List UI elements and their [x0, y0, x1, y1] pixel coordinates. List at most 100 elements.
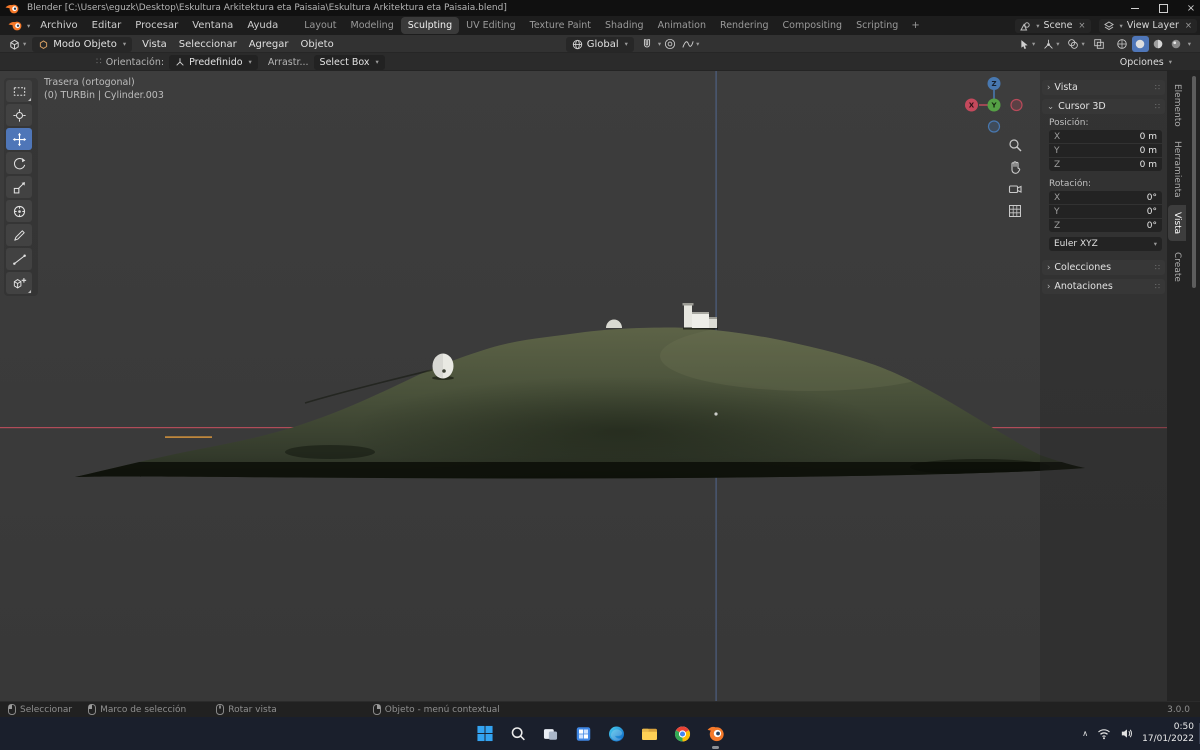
tool-cursor-button[interactable] — [6, 104, 32, 126]
tool-settings-bar: ∷ Orientación: Predefinido ▾ Arrastr... … — [0, 53, 1200, 71]
orientation-preset-dropdown[interactable]: Predefinido ▾ — [169, 55, 258, 70]
scale-icon — [12, 180, 27, 195]
menu-archivo[interactable]: Archivo — [33, 16, 84, 35]
search-button[interactable] — [505, 721, 531, 747]
taskbar-clock[interactable]: 0:50 17/01/2022 — [1142, 722, 1194, 745]
clock-date: 17/01/2022 — [1142, 734, 1194, 746]
sidebar-tab-herramienta[interactable]: Herramienta — [1168, 137, 1186, 201]
tool-rotate-button[interactable] — [6, 152, 32, 174]
tool-annotate-button[interactable] — [6, 224, 32, 246]
workspace-tab-modeling[interactable]: Modeling — [344, 17, 401, 34]
transform-orientation-dropdown[interactable]: Global ▾ — [566, 37, 634, 52]
proportional-editing-toggle[interactable] — [661, 36, 679, 52]
toggle-xray-button[interactable] — [1090, 36, 1108, 52]
chevron-down-icon: ▾ — [1036, 22, 1039, 30]
tool-scale-button[interactable] — [6, 176, 32, 198]
move-icon — [12, 132, 27, 147]
start-button[interactable] — [472, 721, 498, 747]
rotation-x-field[interactable]: X 0° — [1049, 191, 1162, 204]
rotation-y-field[interactable]: Y 0° — [1049, 205, 1162, 218]
menu-editar[interactable]: Editar — [85, 16, 129, 35]
workspace-tab-rendering[interactable]: Rendering — [713, 17, 776, 34]
panel-anotaciones[interactable]: › Anotaciones ∷ — [1042, 279, 1165, 294]
blender-version: 3.0.0 — [1167, 705, 1190, 715]
add-workspace-button[interactable]: + — [905, 20, 925, 31]
file-explorer-icon[interactable] — [637, 721, 663, 747]
viewport-menu-vista[interactable]: Vista — [136, 39, 173, 50]
remove-view-layer-icon[interactable]: × — [1185, 21, 1192, 31]
maximize-button[interactable] — [1149, 0, 1177, 16]
position-x-field[interactable]: X 0 m — [1049, 130, 1162, 143]
viewport-menu-agregar[interactable]: Agregar — [243, 39, 295, 50]
sidebar-scrollbar[interactable] — [1192, 76, 1196, 288]
camera-view-button[interactable] — [1005, 180, 1025, 198]
menu-ventana[interactable]: Ventana — [185, 16, 240, 35]
proportional-edit-icon — [664, 38, 676, 50]
snap-magnet-toggle[interactable] — [638, 36, 656, 52]
menu-procesar[interactable]: Procesar — [128, 16, 185, 35]
minimize-button[interactable] — [1121, 0, 1149, 16]
proportional-falloff-dropdown[interactable]: ▾ — [679, 36, 702, 52]
cursor-3d-icon — [12, 108, 27, 123]
editor-type-dropdown[interactable]: ▾ — [5, 36, 29, 52]
viewport-menu-seleccionar[interactable]: Seleccionar — [173, 39, 243, 50]
chevron-down-icon: ▾ — [1081, 40, 1084, 48]
tool-transform-button[interactable] — [6, 200, 32, 222]
rotation-mode-dropdown[interactable]: Euler XYZ ▾ — [1049, 237, 1162, 251]
shading-options-dropdown[interactable]: ▾ — [1188, 40, 1191, 48]
menu-ayuda[interactable]: Ayuda — [240, 16, 285, 35]
view-layer-selector[interactable]: ▾ View Layer × — [1099, 19, 1197, 33]
zoom-button[interactable] — [1005, 136, 1025, 154]
shading-rendered-button[interactable] — [1168, 36, 1185, 52]
navigation-gizmo[interactable]: Z X Y — [963, 74, 1027, 138]
mode-dropdown[interactable]: Modo Objeto ▾ — [32, 37, 132, 52]
workspace-tab-sculpting[interactable]: Sculpting — [401, 17, 459, 34]
unlink-scene-icon[interactable]: × — [1078, 21, 1085, 31]
shading-wireframe-button[interactable] — [1114, 36, 1131, 52]
tray-expand-icon[interactable]: ∧ — [1082, 729, 1088, 738]
position-z-field[interactable]: Z 0 m — [1049, 158, 1162, 171]
close-button[interactable]: × — [1177, 0, 1200, 16]
sidebar-tab-elemento[interactable]: Elemento — [1168, 77, 1186, 133]
workspace-tab-uv-editing[interactable]: UV Editing — [459, 17, 523, 34]
volume-icon[interactable] — [1120, 727, 1133, 740]
drag-action-dropdown[interactable]: Select Box ▾ — [314, 55, 385, 70]
show-overlays-button[interactable]: ▾ — [1064, 36, 1087, 52]
chrome-browser-icon[interactable] — [670, 721, 696, 747]
widgets-button[interactable] — [571, 721, 597, 747]
pan-button[interactable] — [1005, 158, 1025, 176]
tool-add-cube-button[interactable] — [6, 272, 32, 294]
sidebar-tab-create[interactable]: Create — [1168, 245, 1186, 289]
panel-colecciones[interactable]: › Colecciones ∷ — [1042, 260, 1165, 275]
shading-material-button[interactable] — [1150, 36, 1167, 52]
position-y-field[interactable]: Y 0 m — [1049, 144, 1162, 157]
scene-selector[interactable]: ▾ Scene × — [1015, 19, 1090, 33]
edge-browser-icon[interactable] — [604, 721, 630, 747]
workspace-tab-animation[interactable]: Animation — [651, 17, 713, 34]
panel-vista[interactable]: › Vista ∷ — [1042, 80, 1165, 95]
workspace-tab-shading[interactable]: Shading — [598, 17, 651, 34]
task-view-button[interactable] — [538, 721, 564, 747]
blender-taskbar-icon[interactable] — [703, 721, 729, 747]
blender-menu-button[interactable]: ▾ — [5, 18, 33, 34]
show-gizmos-button[interactable]: ▾ — [1040, 36, 1062, 52]
tool-move-button[interactable] — [6, 128, 32, 150]
workspace-tab-layout[interactable]: Layout — [297, 17, 343, 34]
object-visibility-dropdown[interactable]: ▾ — [1016, 36, 1038, 52]
tool-measure-button[interactable] — [6, 248, 32, 270]
rotation-z-field[interactable]: Z 0° — [1049, 219, 1162, 232]
workspace-tab-texture-paint[interactable]: Texture Paint — [523, 17, 598, 34]
rotation-mode-value: Euler XYZ — [1054, 239, 1098, 249]
wireframe-shading-icon — [1116, 38, 1128, 50]
panel-cursor-3d[interactable]: ⌄ Cursor 3D ∷ — [1042, 99, 1165, 114]
chevron-down-icon: ▾ — [376, 58, 379, 66]
toggle-perspective-button[interactable] — [1005, 202, 1025, 220]
workspace-tab-scripting[interactable]: Scripting — [849, 17, 905, 34]
tool-options-dropdown[interactable]: Opciones ▾ — [1120, 57, 1172, 68]
wifi-icon[interactable] — [1097, 727, 1111, 740]
tool-box-select-button[interactable] — [6, 80, 32, 102]
shading-solid-button[interactable] — [1132, 36, 1149, 52]
viewport-menu-objeto[interactable]: Objeto — [295, 39, 340, 50]
workspace-tab-compositing[interactable]: Compositing — [776, 17, 850, 34]
sidebar-tab-vista[interactable]: Vista — [1168, 205, 1186, 241]
